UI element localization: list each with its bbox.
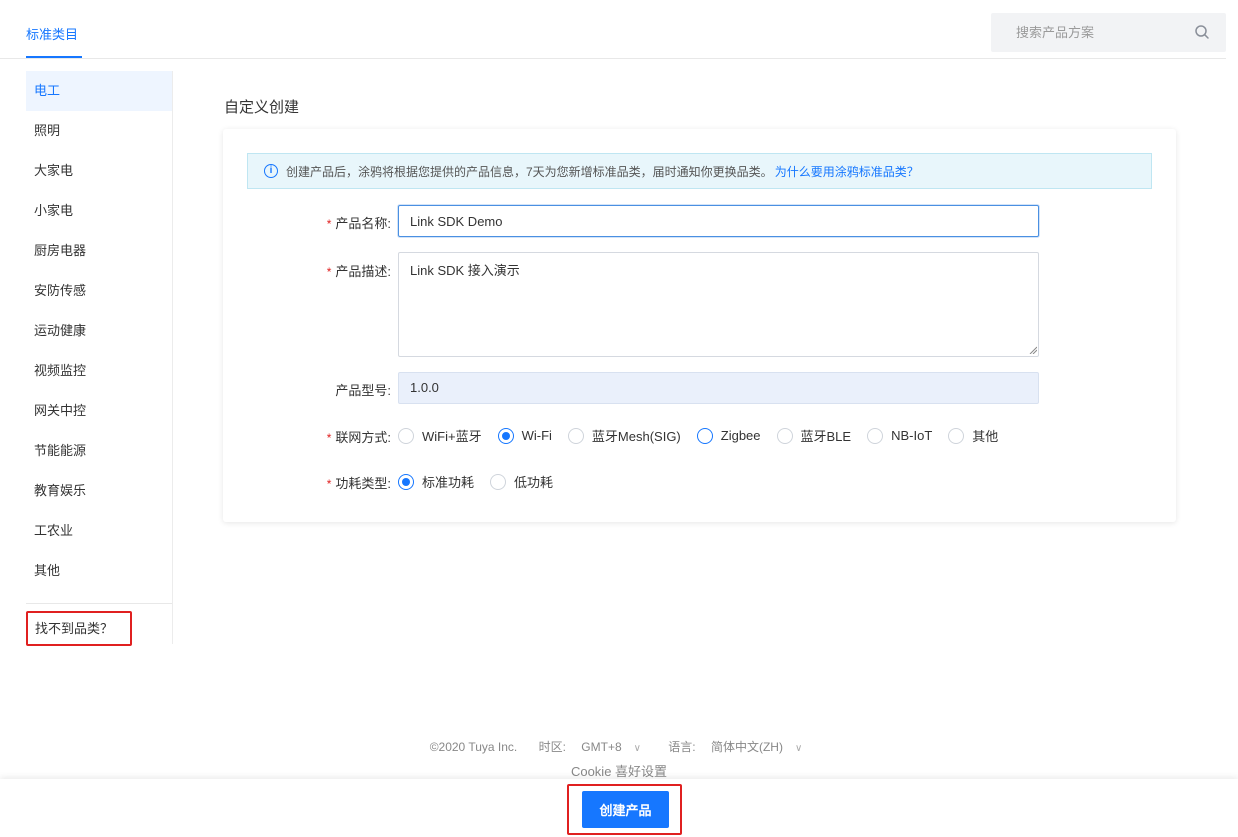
product-model-field: 1.0.0	[398, 372, 1039, 404]
copyright-text: ©2020 Tuya Inc.	[429, 740, 518, 754]
info-icon: i	[264, 164, 278, 178]
sidebar-item-video-surveillance[interactable]: 视频监控	[26, 351, 172, 391]
required-mark: *	[326, 431, 332, 445]
cookie-settings-link[interactable]: Cookie 喜好设置	[0, 761, 1238, 780]
product-desc-label: * 产品描述:	[326, 264, 391, 279]
sidebar-item-gateway[interactable]: 网关中控	[26, 391, 172, 431]
category-not-found-link[interactable]: 找不到品类？	[26, 611, 132, 646]
network-radio-group: WiFi+蓝牙 Wi-Fi 蓝牙Mesh(SIG) Zigbee 蓝牙BLE N…	[398, 426, 1014, 445]
notice-text: 创建产品后，涂鸦将根据您提供的产品信息，7天为您新增标准品类，届时通知你更换品类…	[286, 164, 773, 179]
create-form-card: i 创建产品后，涂鸦将根据您提供的产品信息，7天为您新增标准品类，届时通知你更换…	[223, 129, 1176, 522]
page-title: 自定义创建	[224, 99, 300, 116]
radio-bluetooth-ble[interactable]: 蓝牙BLE	[776, 426, 851, 445]
radio-other[interactable]: 其他	[948, 426, 998, 445]
radio-circle[interactable]	[398, 427, 414, 444]
radio-nb-iot[interactable]: NB-IoT	[867, 427, 932, 444]
timezone-selector[interactable]: 时区: GMT+8 ∨	[533, 740, 647, 754]
search-box	[991, 13, 1226, 52]
radio-wifi-bluetooth[interactable]: WiFi+蓝牙	[398, 426, 482, 445]
radio-circle[interactable]	[490, 473, 507, 490]
radio-circle[interactable]	[776, 427, 793, 444]
radio-standard-power[interactable]: 标准功耗	[398, 472, 474, 491]
required-mark: *	[326, 477, 332, 491]
sidebar-item-electrician[interactable]: 电工	[26, 71, 172, 111]
sidebar-item-education[interactable]: 教育娱乐	[26, 471, 172, 511]
sidebar-item-kitchen[interactable]: 厨房电器	[26, 231, 172, 271]
power-radio-group: 标准功耗 低功耗	[398, 472, 569, 491]
create-product-button[interactable]: 创建产品	[582, 791, 669, 828]
radio-circle[interactable]	[867, 427, 884, 444]
sidebar-item-small-appliances[interactable]: 小家电	[26, 191, 172, 231]
search-icon[interactable]	[1194, 24, 1210, 40]
required-mark: *	[326, 217, 332, 231]
category-sidebar: 电工 照明 大家电 小家电 厨房电器 安防传感 运动健康 视频监控 网关中控 节…	[26, 71, 173, 646]
power-type-label: * 功耗类型:	[326, 476, 391, 491]
radio-zigbee[interactable]: Zigbee	[696, 427, 761, 444]
product-model-label: 产品型号:	[335, 383, 391, 398]
required-mark: *	[326, 265, 332, 279]
radio-circle[interactable]	[567, 427, 584, 444]
search-input[interactable]	[991, 13, 1181, 52]
sidebar-item-other[interactable]: 其他	[26, 551, 172, 591]
why-standard-category-link[interactable]: 为什么要用涂鸦标准品类？	[775, 163, 919, 180]
chevron-down-icon: ∨	[633, 743, 641, 754]
language-selector[interactable]: 语言: 简体中文(ZH) ∨	[662, 740, 808, 754]
sidebar-item-sports-health[interactable]: 运动健康	[26, 311, 172, 351]
radio-low-power[interactable]: 低功耗	[490, 472, 553, 491]
sidebar-divider	[26, 603, 172, 604]
product-desc-textarea[interactable]: Link SDK 接入演示	[398, 252, 1039, 357]
chevron-down-icon: ∨	[794, 743, 803, 754]
radio-circle-checked[interactable]	[497, 427, 514, 444]
sidebar-item-lighting[interactable]: 照明	[26, 111, 172, 151]
product-name-label: * 产品名称:	[326, 216, 391, 231]
resize-handle-icon[interactable]	[1029, 346, 1037, 354]
network-label: * 联网方式:	[326, 430, 391, 445]
tab-standard-category[interactable]: 标准类目	[26, 24, 78, 43]
sidebar-item-industry-agriculture[interactable]: 工农业	[26, 511, 172, 551]
radio-circle[interactable]	[696, 427, 713, 444]
sidebar-item-large-appliances[interactable]: 大家电	[26, 151, 172, 191]
sidebar-item-energy[interactable]: 节能能源	[26, 431, 172, 471]
radio-wifi[interactable]: Wi-Fi	[497, 427, 552, 444]
top-bar: 标准类目	[0, 0, 1226, 59]
radio-circle-checked[interactable]	[398, 473, 414, 490]
radio-circle[interactable]	[948, 427, 965, 444]
footer-info: ©2020 Tuya Inc. 时区: GMT+8 ∨ 语言: 简体中文(ZH) ∨	[0, 738, 1238, 755]
sidebar-item-security-sensors[interactable]: 安防传感	[26, 271, 172, 311]
info-notice: i 创建产品后，涂鸦将根据您提供的产品信息，7天为您新增标准品类，届时通知你更换…	[247, 153, 1152, 189]
radio-bluetooth-mesh[interactable]: 蓝牙Mesh(SIG)	[567, 426, 681, 445]
tab-active-indicator	[26, 56, 82, 58]
product-name-input[interactable]	[398, 205, 1039, 237]
